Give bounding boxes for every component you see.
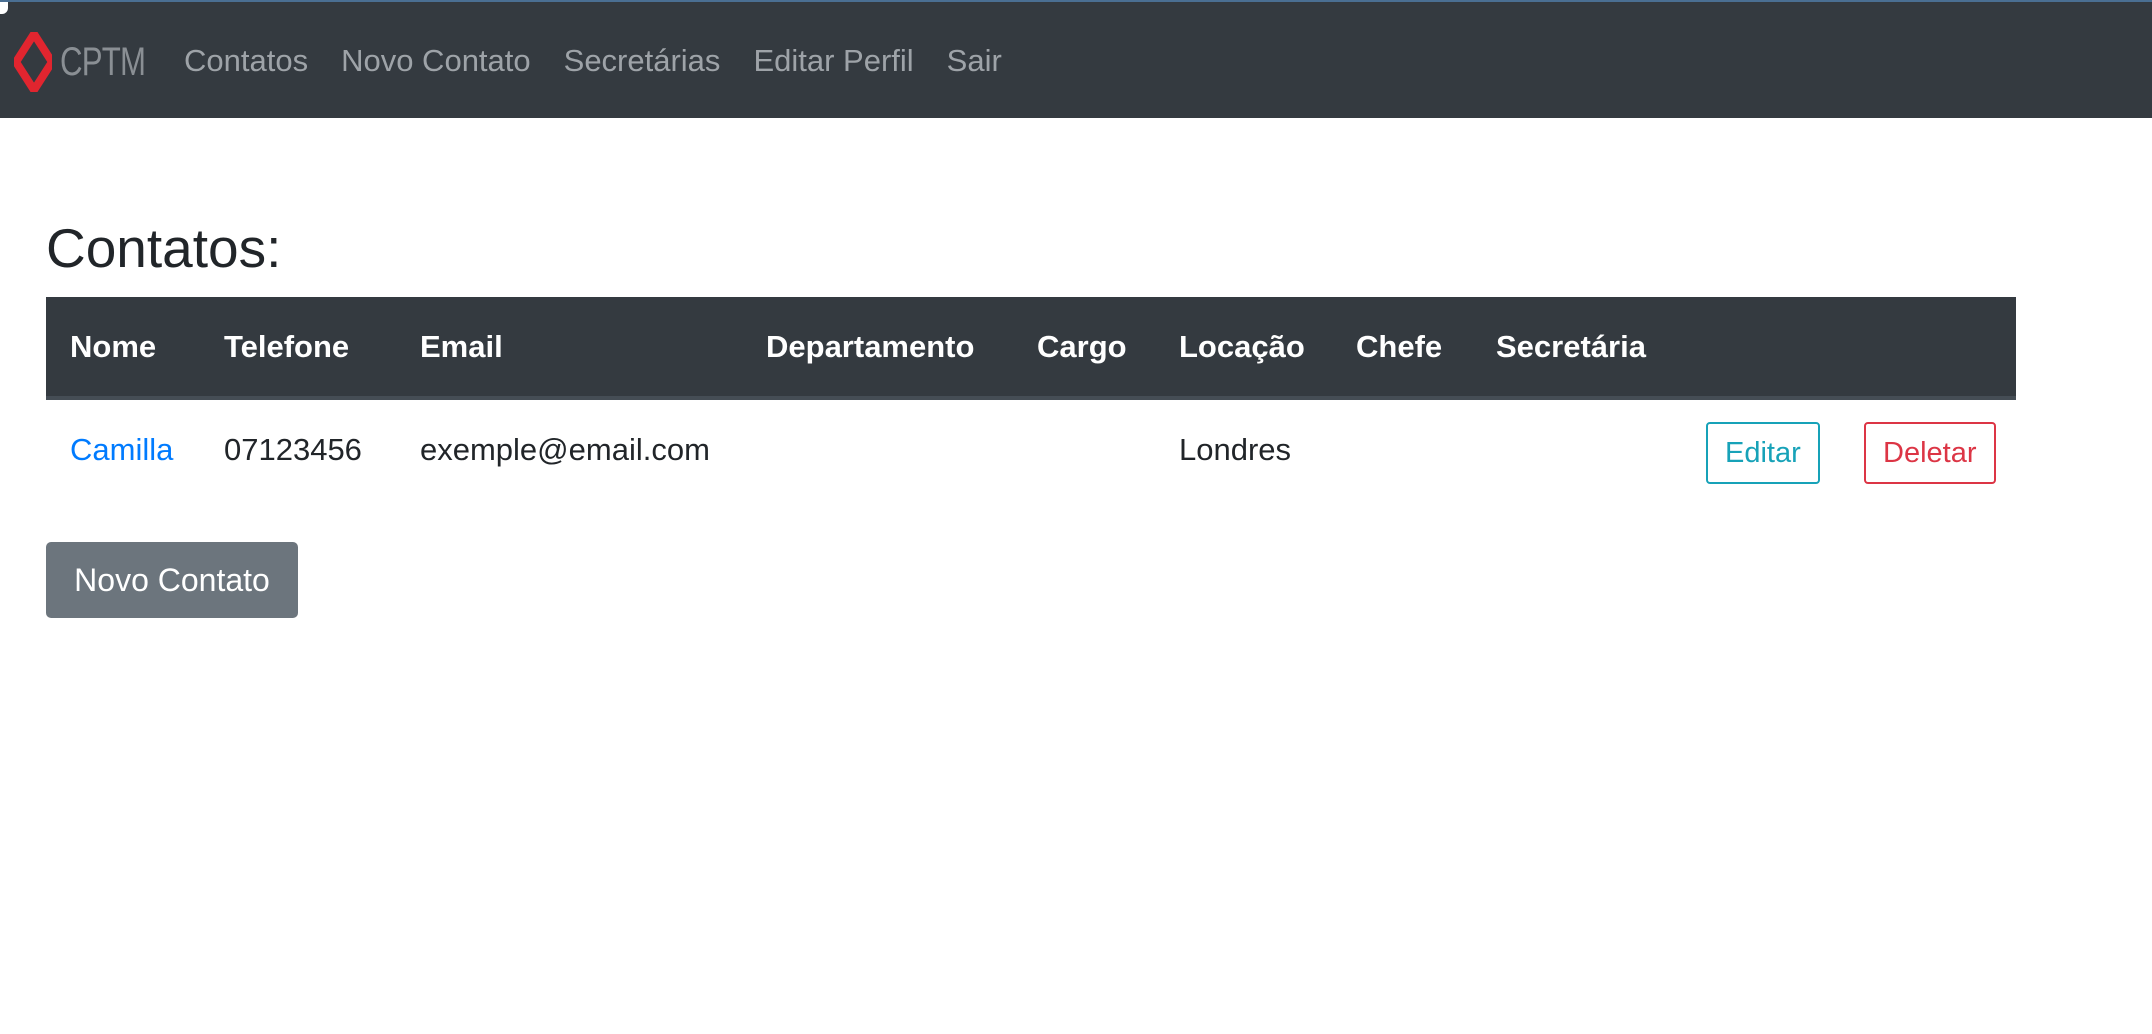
column-header-locacao: Locação bbox=[1155, 297, 1332, 400]
new-contact-button[interactable]: Novo Contato bbox=[46, 542, 298, 618]
contact-name-link[interactable]: Camilla bbox=[70, 432, 173, 467]
nav-item-secretarias[interactable]: Secretárias bbox=[564, 43, 721, 79]
nav-item-sair[interactable]: Sair bbox=[947, 43, 1002, 79]
brand-text: CPTM bbox=[60, 39, 146, 84]
cell-chefe bbox=[1332, 398, 1472, 499]
table-header-row: Nome Telefone Email Departamento Cargo L… bbox=[46, 297, 2016, 400]
cell-edit-action: Editar bbox=[1682, 398, 1840, 499]
column-header-cargo: Cargo bbox=[1013, 297, 1155, 400]
cell-cargo bbox=[1013, 398, 1155, 499]
page-title: Contatos: bbox=[46, 217, 282, 279]
column-header-edit-action bbox=[1682, 297, 1840, 400]
brand-logo[interactable]: CPTM bbox=[14, 32, 169, 92]
cptm-diamond-icon bbox=[14, 32, 54, 92]
column-header-chefe: Chefe bbox=[1332, 297, 1472, 400]
contacts-table: Nome Telefone Email Departamento Cargo L… bbox=[46, 297, 2016, 499]
cell-nome: Camilla bbox=[46, 398, 200, 499]
edit-button[interactable]: Editar bbox=[1706, 421, 1820, 484]
column-header-departamento: Departamento bbox=[742, 297, 1013, 400]
nav-item-editar-perfil[interactable]: Editar Perfil bbox=[753, 43, 913, 79]
column-header-email: Email bbox=[396, 297, 742, 400]
cell-telefone: 07123456 bbox=[224, 431, 362, 467]
nav-item-novo-contato[interactable]: Novo Contato bbox=[341, 43, 531, 79]
top-navbar: CPTM Contatos Novo Contato Secretárias E… bbox=[0, 0, 2152, 118]
cell-departamento bbox=[742, 398, 1013, 499]
column-header-telefone: Telefone bbox=[200, 297, 396, 400]
cell-secretaria bbox=[1472, 398, 1682, 499]
delete-button[interactable]: Deletar bbox=[1864, 421, 1996, 484]
cell-email: exemple@email.com bbox=[420, 431, 710, 467]
nav-item-contatos[interactable]: Contatos bbox=[184, 43, 308, 79]
column-header-nome: Nome bbox=[46, 297, 200, 400]
column-header-delete-action bbox=[1840, 297, 2016, 400]
table-row: Camilla 07123456 exemple@email.com Londr… bbox=[46, 398, 2016, 499]
window-corner bbox=[0, 2, 8, 14]
column-header-secretaria: Secretária bbox=[1472, 297, 1682, 400]
cell-delete-action: Deletar bbox=[1840, 398, 2016, 499]
table-header: Nome Telefone Email Departamento Cargo L… bbox=[46, 297, 2016, 400]
main-nav: Contatos Novo Contato Secretárias Editar… bbox=[184, 2, 1035, 120]
cell-locacao: Londres bbox=[1179, 431, 1292, 467]
